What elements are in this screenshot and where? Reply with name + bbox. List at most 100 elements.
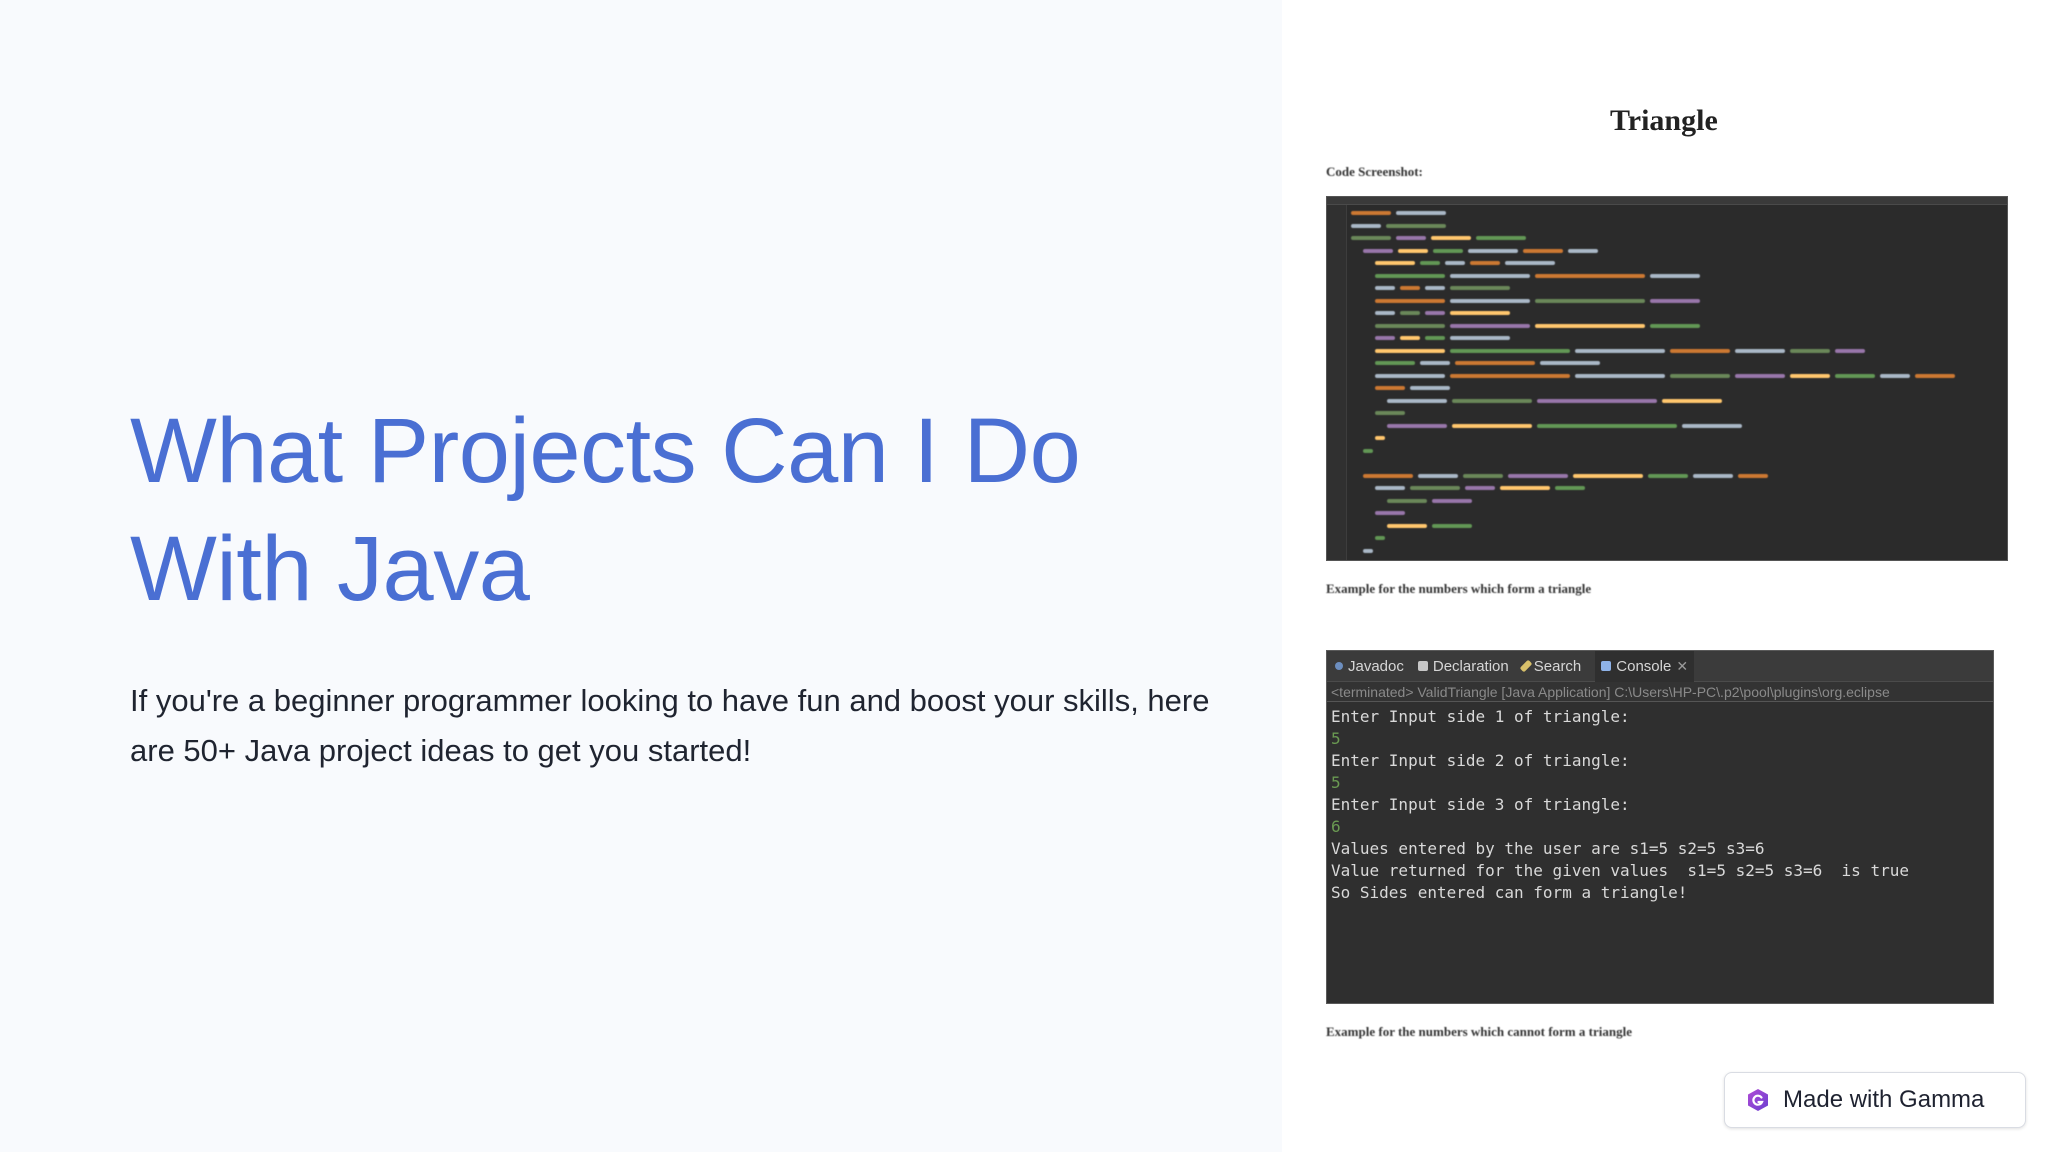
code-token — [1400, 286, 1420, 291]
code-token — [1375, 261, 1415, 266]
code-token — [1790, 348, 1830, 353]
code-token — [1450, 311, 1510, 316]
code-token — [1375, 436, 1385, 441]
code-lines — [1351, 207, 2003, 560]
code-token — [1670, 348, 1730, 353]
code-token — [1465, 486, 1495, 491]
code-token — [1450, 373, 1570, 378]
code-token — [1432, 498, 1472, 503]
code-token — [1568, 248, 1598, 253]
code-token — [1425, 286, 1445, 291]
code-token — [1476, 236, 1526, 241]
code-token — [1433, 248, 1463, 253]
tab-console: Console ✕ — [1595, 651, 1695, 682]
code-token — [1455, 361, 1535, 366]
code-token — [1523, 248, 1563, 253]
code-token — [1835, 348, 1865, 353]
code-gutter — [1327, 205, 1347, 560]
code-token — [1400, 336, 1420, 341]
tab-label: Declaration — [1432, 657, 1509, 675]
code-token — [1735, 373, 1785, 378]
code-line — [1351, 282, 2003, 295]
code-token — [1450, 336, 1510, 341]
code-line — [1351, 370, 2003, 383]
example-true-label: Example for the numbers which form a tri… — [1326, 581, 1592, 596]
code-token — [1915, 373, 1955, 378]
code-line — [1351, 432, 2003, 445]
code-token — [1396, 236, 1426, 241]
code-line — [1351, 545, 2003, 558]
console-output: Enter Input side 1 of triangle: 5 Enter … — [1327, 702, 1993, 908]
code-token — [1575, 348, 1665, 353]
code-token — [1375, 336, 1395, 341]
code-line — [1351, 320, 2003, 333]
code-token — [1375, 536, 1385, 541]
code-token — [1693, 473, 1733, 478]
code-token — [1648, 473, 1688, 478]
code-token — [1351, 236, 1391, 241]
code-token — [1463, 473, 1503, 478]
code-token — [1375, 323, 1445, 328]
code-token — [1650, 273, 1700, 278]
code-token — [1410, 386, 1450, 391]
code-token — [1555, 486, 1585, 491]
code-line — [1351, 507, 2003, 520]
code-line — [1351, 395, 2003, 408]
code-editor-tabs — [1327, 197, 2007, 205]
made-with-gamma-badge[interactable]: Made with Gamma — [1724, 1072, 2026, 1128]
code-token — [1670, 373, 1730, 378]
code-token — [1396, 211, 1446, 216]
code-line — [1351, 495, 2003, 508]
console-input-line: 5 — [1331, 729, 1341, 748]
code-token — [1351, 223, 1381, 228]
code-line — [1351, 232, 2003, 245]
code-token — [1387, 523, 1427, 528]
slide-subtitle: If you're a beginner programmer looking … — [130, 683, 1210, 768]
code-token — [1450, 298, 1530, 303]
code-token — [1351, 211, 1391, 216]
code-token — [1450, 286, 1510, 291]
code-token — [1375, 511, 1405, 516]
console-status: <terminated> ValidTriangle [Java Applica… — [1327, 682, 1993, 702]
code-token — [1535, 323, 1645, 328]
code-line — [1351, 332, 2003, 345]
code-token — [1450, 348, 1570, 353]
code-token — [1363, 548, 1373, 553]
code-token — [1431, 236, 1471, 241]
code-line — [1351, 257, 2003, 270]
code-line — [1351, 382, 2003, 395]
code-token — [1425, 311, 1445, 316]
code-token — [1420, 361, 1450, 366]
code-token — [1508, 473, 1568, 478]
code-token — [1400, 311, 1420, 316]
code-line — [1351, 220, 2003, 233]
code-token — [1363, 248, 1393, 253]
console-line: So Sides entered can form a triangle! — [1331, 883, 1688, 902]
code-token — [1650, 298, 1700, 303]
console-line: Enter Input side 1 of triangle: — [1331, 707, 1630, 726]
search-icon — [1519, 659, 1533, 673]
code-line — [1351, 470, 2003, 483]
code-token — [1375, 486, 1405, 491]
declaration-icon — [1417, 661, 1428, 671]
code-line — [1351, 482, 2003, 495]
tab-declaration: Declaration — [1417, 657, 1509, 675]
code-token — [1452, 423, 1532, 428]
console-screenshot: Javadoc Declaration Search Console ✕ <te… — [1326, 650, 1994, 1004]
code-token — [1450, 273, 1530, 278]
code-token — [1535, 273, 1645, 278]
code-token — [1650, 323, 1700, 328]
code-token — [1375, 273, 1445, 278]
console-line: Values entered by the user are s1=5 s2=5… — [1331, 839, 1765, 858]
code-line — [1351, 307, 2003, 320]
code-token — [1363, 473, 1413, 478]
code-token — [1398, 248, 1428, 253]
code-line — [1351, 445, 2003, 458]
example-false-label: Example for the numbers which cannot for… — [1326, 1024, 1632, 1039]
code-token — [1575, 373, 1665, 378]
code-token — [1410, 486, 1460, 491]
tab-label: Console — [1616, 657, 1672, 675]
code-token — [1505, 261, 1555, 266]
tab-search: Search — [1519, 658, 1581, 675]
